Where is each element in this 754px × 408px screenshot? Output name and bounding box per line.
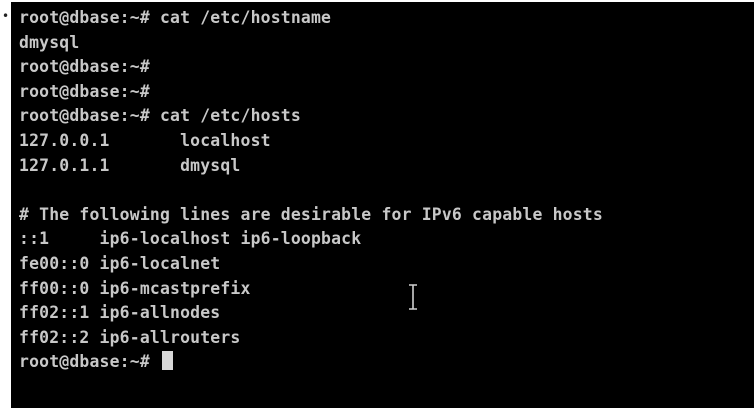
terminal-line: fe00::0 ip6-localnet — [19, 253, 221, 273]
terminal-line: root@dbase:~# — [19, 81, 150, 101]
terminal-line: root@dbase:~# cat /etc/hosts — [19, 106, 301, 126]
terminal-line: ff00::0 ip6-mcastprefix — [19, 278, 251, 298]
screenshot-page: • root@dbase:~# cat /etc/hostname dmysql… — [0, 0, 754, 408]
terminal-line: ::1 ip6-localhost ip6-loopback — [19, 229, 362, 249]
terminal-window[interactable]: root@dbase:~# cat /etc/hostname dmysql r… — [11, 2, 754, 408]
terminal-line: ff02::1 ip6-allnodes — [19, 303, 221, 323]
text-cursor-ibeam-icon — [409, 284, 417, 310]
list-bullet: • — [2, 9, 10, 23]
terminal-line: ff02::2 ip6-allrouters — [19, 327, 241, 347]
terminal-line: # The following lines are desirable for … — [19, 204, 603, 224]
terminal-prompt: root@dbase:~# — [19, 352, 160, 372]
terminal-prompt-line[interactable]: root@dbase:~# — [19, 350, 754, 375]
terminal-line: 127.0.0.1 localhost — [19, 130, 271, 150]
terminal-line: root@dbase:~# cat /etc/hostname — [19, 8, 332, 27]
terminal-line: 127.0.1.1 dmysql — [19, 155, 241, 175]
terminal-block-cursor — [161, 351, 173, 371]
terminal-line: dmysql — [19, 32, 80, 52]
terminal-output: root@dbase:~# cat /etc/hostname dmysql r… — [19, 6, 754, 375]
terminal-line: root@dbase:~# — [19, 57, 150, 77]
